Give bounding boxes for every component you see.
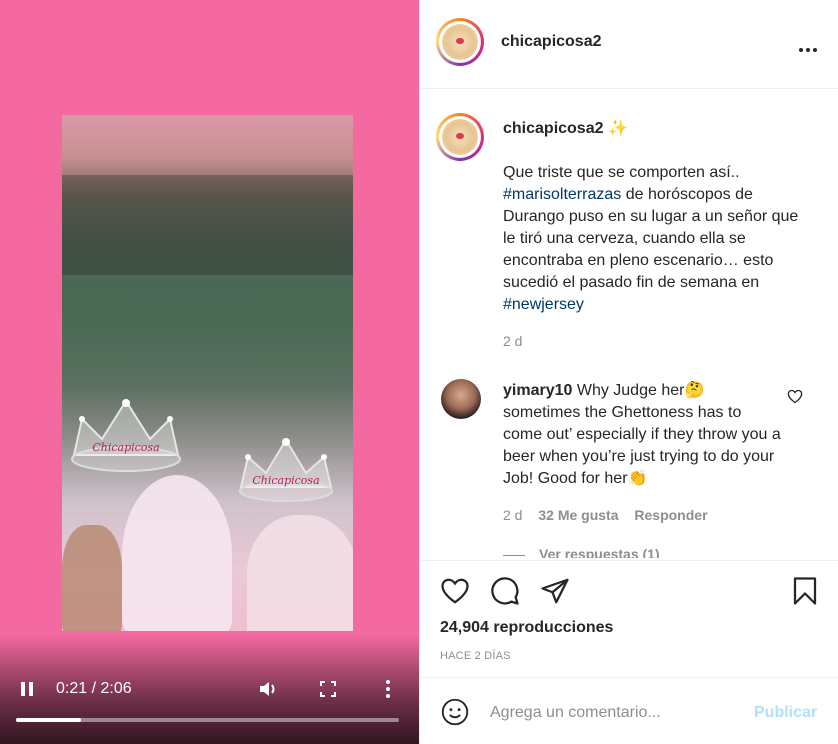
more-horizontal-icon xyxy=(799,48,817,52)
figure-center xyxy=(122,475,232,631)
header-username[interactable]: chicapicosa2 xyxy=(501,33,602,51)
comment-button[interactable] xyxy=(490,576,520,611)
emoji-button[interactable] xyxy=(441,698,469,731)
send-icon xyxy=(541,578,569,604)
emoji-icon xyxy=(441,698,469,726)
sparkles-emoji: ✨ xyxy=(607,120,628,137)
post-panel: chicapicosa2 chicapicosa2 ✨ Que triste q… xyxy=(419,0,838,744)
volume-icon xyxy=(260,682,275,696)
post-caption: Que triste que se comporten así.. #maris… xyxy=(503,162,813,316)
heart-icon xyxy=(787,389,803,404)
divider xyxy=(420,677,838,678)
publish-button[interactable]: Publicar xyxy=(754,704,817,722)
post-username[interactable]: chicapicosa2 xyxy=(503,120,604,137)
reply-button[interactable]: Responder xyxy=(634,507,707,523)
comment-like-button[interactable] xyxy=(787,389,803,409)
divider xyxy=(420,88,838,89)
header-more-button[interactable] xyxy=(798,40,818,58)
figure-right xyxy=(247,515,353,631)
fullscreen-button[interactable] xyxy=(319,680,337,703)
divider xyxy=(420,560,838,561)
view-replies[interactable]: Ver respuestas (1) xyxy=(503,546,660,558)
video-more-button[interactable] xyxy=(385,679,391,704)
caption-line: Que triste que se comporten así.. xyxy=(503,164,740,181)
like-button[interactable] xyxy=(440,577,470,610)
pause-icon xyxy=(21,682,33,696)
comment-username[interactable]: yimary10 xyxy=(503,382,572,399)
post-avatar[interactable] xyxy=(436,113,484,161)
view-count[interactable]: 24,904 reproducciones xyxy=(440,619,613,637)
post-age[interactable]: 2 d xyxy=(503,333,522,349)
avatar[interactable] xyxy=(436,18,484,66)
comment-meta: 2 d 32 Me gusta Responder xyxy=(503,507,708,523)
share-button[interactable] xyxy=(540,576,570,611)
hashtag-marisolterrazas[interactable]: #marisolterrazas xyxy=(503,186,621,203)
post-author: chicapicosa2 ✨ xyxy=(503,118,628,138)
view-replies-label: Ver respuestas (1) xyxy=(539,546,660,558)
fullscreen-icon xyxy=(320,681,336,697)
commenter-avatar[interactable] xyxy=(441,379,481,419)
more-vertical-icon xyxy=(386,680,390,698)
volume-button[interactable] xyxy=(258,679,278,704)
comment-likes[interactable]: 32 Me gusta xyxy=(538,507,618,523)
posted-time[interactable]: HACE 2 DÍAS xyxy=(440,650,511,662)
bookmark-icon xyxy=(793,577,817,605)
hashtag-newjersey[interactable]: #newjersey xyxy=(503,296,584,313)
watermark-text: Chicapicosa xyxy=(92,441,160,454)
video-progress-bar[interactable] xyxy=(16,718,399,722)
comment-age[interactable]: 2 d xyxy=(503,507,522,523)
current-time: 0:21 xyxy=(56,680,88,697)
watermark-text: Chicapicosa xyxy=(252,474,320,487)
watermark-crown-right: Chicapicosa xyxy=(236,435,336,505)
comment-input[interactable]: Agrega un comentario... xyxy=(490,704,661,722)
heart-icon xyxy=(441,578,469,604)
video-time: 0:21 / 2:06 xyxy=(56,680,132,697)
stage-shadow xyxy=(62,175,353,275)
pause-button[interactable] xyxy=(20,681,34,702)
figure-left xyxy=(62,525,122,631)
comment-body: yimary10 Why Judge her🤔 sometimes the Gh… xyxy=(503,380,783,490)
comment-icon xyxy=(491,577,519,605)
save-button[interactable] xyxy=(792,576,818,611)
duration: 2:06 xyxy=(100,680,132,697)
video-progress-fill xyxy=(16,718,82,722)
video-player[interactable]: Chicapicosa Chicapicosa 0:21 / 2:06 xyxy=(0,0,419,744)
video-frame: Chicapicosa Chicapicosa xyxy=(62,115,353,631)
watermark-crown-left: Chicapicosa xyxy=(68,395,184,475)
